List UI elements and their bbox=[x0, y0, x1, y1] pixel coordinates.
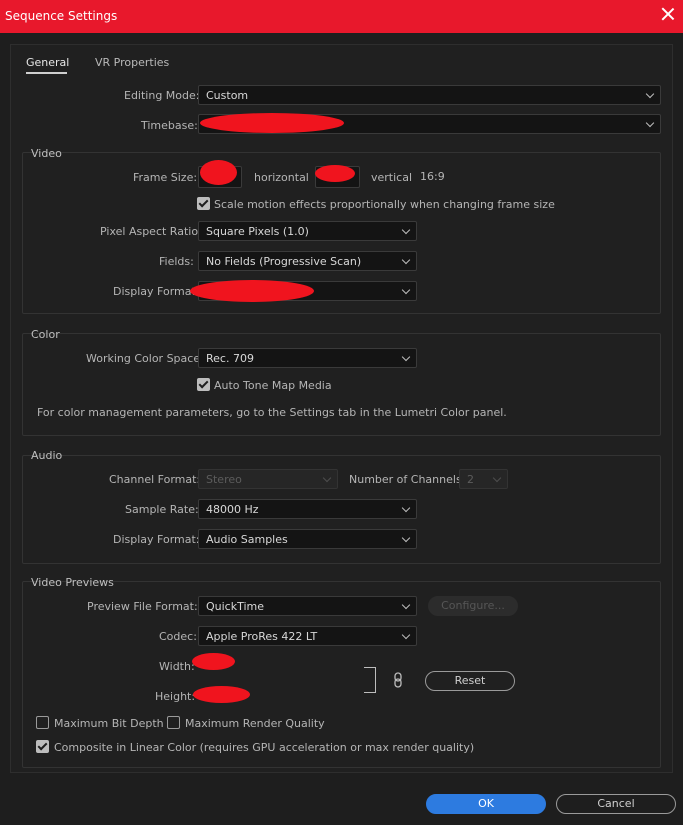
auto-tone-map-label: Auto Tone Map Media bbox=[214, 379, 332, 392]
chevron-down-icon bbox=[645, 89, 655, 99]
channel-format-dropdown: Stereo bbox=[198, 469, 338, 489]
pixel-aspect-dropdown[interactable]: Square Pixels (1.0) bbox=[198, 221, 417, 241]
fields-value: No Fields (Progressive Scan) bbox=[206, 255, 362, 268]
fields-label: Fields: bbox=[159, 255, 194, 268]
chevron-down-icon bbox=[401, 285, 411, 295]
working-color-space-label: Working Color Space: bbox=[86, 352, 204, 365]
chevron-down-icon bbox=[401, 352, 411, 362]
video-group-title: Video bbox=[31, 147, 62, 160]
number-of-channels-dropdown: 2 bbox=[459, 469, 508, 489]
timebase-label: Timebase: bbox=[141, 119, 198, 132]
scale-motion-checkbox[interactable] bbox=[197, 197, 210, 210]
maximum-bit-depth-label: Maximum Bit Depth bbox=[54, 717, 164, 730]
chevron-down-icon bbox=[645, 118, 655, 128]
display-format-redaction bbox=[190, 280, 314, 302]
title-bar: Sequence Settings bbox=[0, 0, 683, 33]
chevron-down-icon bbox=[401, 225, 411, 235]
color-group-title: Color bbox=[31, 328, 60, 341]
sample-rate-dropdown[interactable]: 48000 Hz bbox=[198, 499, 417, 519]
working-color-space-dropdown[interactable]: Rec. 709 bbox=[198, 348, 417, 368]
aspect-ratio-readout: 16:9 bbox=[420, 170, 445, 183]
audio-display-format-label: Display Format: bbox=[113, 533, 200, 546]
frame-height-redaction bbox=[315, 165, 355, 182]
chevron-down-icon bbox=[401, 255, 411, 265]
chevron-down-icon bbox=[401, 600, 411, 610]
sample-rate-value: 48000 Hz bbox=[206, 503, 259, 516]
maximum-render-quality-checkbox[interactable] bbox=[167, 716, 180, 729]
ok-button[interactable]: OK bbox=[426, 794, 546, 814]
number-of-channels-label: Number of Channels: bbox=[349, 473, 466, 486]
frame-size-label: Frame Size: bbox=[133, 171, 198, 184]
chevron-down-icon bbox=[322, 473, 332, 483]
reset-button[interactable]: Reset bbox=[425, 671, 515, 691]
active-tab-indicator bbox=[26, 72, 67, 74]
chevron-down-icon bbox=[492, 473, 502, 483]
auto-tone-map-checkbox[interactable] bbox=[197, 378, 210, 391]
chevron-down-icon bbox=[401, 503, 411, 513]
fields-dropdown[interactable]: No Fields (Progressive Scan) bbox=[198, 251, 417, 271]
preview-height-redaction bbox=[193, 686, 250, 703]
working-color-space-value: Rec. 709 bbox=[206, 352, 254, 365]
scale-motion-label: Scale motion effects proportionally when… bbox=[214, 198, 555, 211]
video-previews-group-title: Video Previews bbox=[31, 576, 114, 589]
channel-format-value: Stereo bbox=[206, 473, 242, 486]
sample-rate-label: Sample Rate: bbox=[125, 503, 199, 516]
timebase-redaction bbox=[200, 113, 344, 133]
number-of-channels-value: 2 bbox=[467, 473, 474, 486]
video-display-format-label: Display Format: bbox=[113, 285, 200, 298]
pixel-aspect-value: Square Pixels (1.0) bbox=[206, 225, 309, 238]
frame-width-redaction bbox=[200, 160, 237, 185]
window-title: Sequence Settings bbox=[5, 9, 118, 23]
maximum-bit-depth-checkbox[interactable] bbox=[36, 716, 49, 729]
composite-linear-color-checkbox[interactable] bbox=[36, 740, 49, 753]
pixel-aspect-label: Pixel Aspect Ratio: bbox=[100, 225, 202, 238]
composite-linear-color-label: Composite in Linear Color (requires GPU … bbox=[54, 741, 475, 754]
audio-group-title: Audio bbox=[31, 449, 63, 462]
editing-mode-dropdown[interactable]: Custom bbox=[198, 85, 661, 105]
link-bracket bbox=[364, 667, 376, 693]
preview-height-label: Height: bbox=[155, 690, 196, 703]
codec-label: Codec: bbox=[159, 630, 197, 643]
preview-width-label: Width: bbox=[159, 660, 195, 673]
editing-mode-value: Custom bbox=[206, 89, 249, 102]
codec-dropdown[interactable]: Apple ProRes 422 LT bbox=[198, 626, 417, 646]
link-icon[interactable] bbox=[393, 672, 403, 688]
chevron-down-icon bbox=[401, 533, 411, 543]
color-management-info: For color management parameters, go to t… bbox=[37, 406, 507, 419]
chevron-down-icon bbox=[401, 630, 411, 640]
channel-format-label: Channel Format: bbox=[109, 473, 201, 486]
maximum-render-quality-label: Maximum Render Quality bbox=[185, 717, 325, 730]
vertical-label: vertical bbox=[371, 171, 413, 184]
preview-file-format-label: Preview File Format: bbox=[87, 600, 198, 613]
close-icon[interactable] bbox=[661, 6, 675, 20]
configure-button: Configure... bbox=[428, 596, 518, 616]
tab-vr-properties[interactable]: VR Properties bbox=[95, 56, 169, 69]
tab-general[interactable]: General bbox=[26, 56, 69, 69]
preview-width-redaction bbox=[192, 653, 235, 670]
preview-file-format-value: QuickTime bbox=[206, 600, 265, 613]
cancel-button[interactable]: Cancel bbox=[556, 794, 676, 814]
horizontal-label: horizontal bbox=[254, 171, 309, 184]
editing-mode-label: Editing Mode: bbox=[124, 89, 200, 102]
audio-display-format-value: Audio Samples bbox=[206, 533, 288, 546]
audio-display-format-dropdown[interactable]: Audio Samples bbox=[198, 529, 417, 549]
preview-file-format-dropdown[interactable]: QuickTime bbox=[198, 596, 417, 616]
codec-value: Apple ProRes 422 LT bbox=[206, 630, 318, 643]
